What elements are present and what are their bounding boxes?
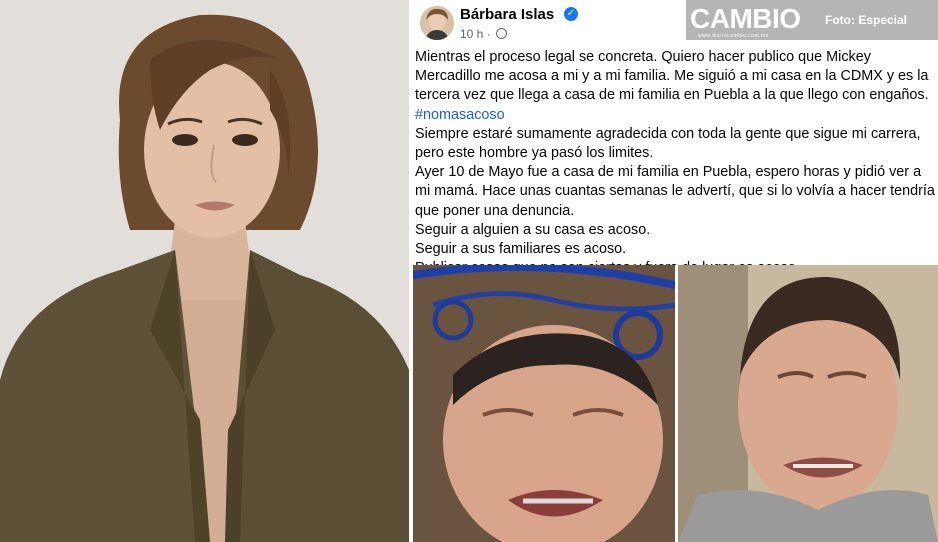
hashtag-link[interactable]: #nomasacoso — [415, 107, 505, 123]
photo-credit: Foto: Especial — [825, 13, 908, 27]
post-paragraph: Ayer 10 de Mayo fue a casa de mi familia… — [415, 164, 935, 219]
cambio-logo: CAMBIO www.diariocambio.com.mx — [690, 3, 801, 39]
check-icon: ✓ — [564, 7, 578, 21]
post-paragraph: Seguir a alguien a su casa es acoso. — [415, 221, 651, 238]
post-body: Mientras el proceso legal se concreta. Q… — [415, 48, 935, 278]
post-photo-left[interactable] — [413, 265, 675, 542]
post-time[interactable]: 10 h · — [460, 27, 491, 41]
post-paragraph: Seguir a sus familiares es acoso. — [415, 241, 627, 258]
globe-icon — [496, 28, 508, 39]
author-name[interactable]: Bárbara Islas — [460, 6, 554, 23]
avatar[interactable] — [420, 6, 454, 40]
post-paragraph: Mientras el proceso legal se concreta. Q… — [415, 49, 929, 123]
portrait-photo — [0, 0, 409, 542]
post-paragraph: Siempre estaré sumamente agradecida con … — [415, 125, 921, 162]
post-photo-right[interactable] — [678, 265, 938, 542]
post-meta: 10 h · — [460, 27, 508, 41]
